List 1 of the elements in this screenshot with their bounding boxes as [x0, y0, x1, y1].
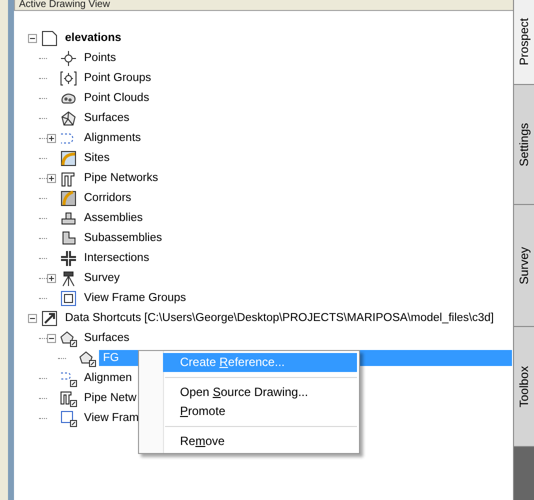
panel-title: Active Drawing View [18, 0, 110, 10]
